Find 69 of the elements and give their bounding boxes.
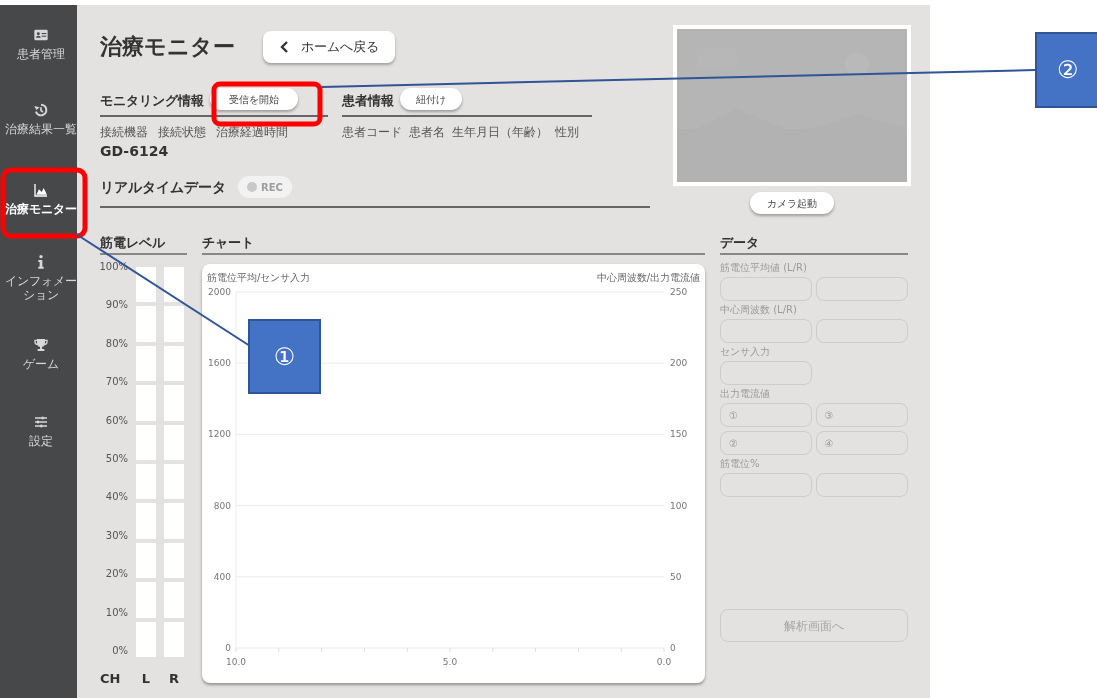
field-label: 筋電位% xyxy=(720,458,761,470)
tick-label: 0 xyxy=(225,643,231,653)
tick-label: 50% xyxy=(105,452,128,465)
tick-label: 0 xyxy=(670,643,676,653)
sidebar-item[interactable]: インフォメーション xyxy=(5,252,77,304)
tick-label: 10.0 xyxy=(226,657,246,667)
field-label: 中心周波数 (L/R) xyxy=(720,304,798,316)
tick-label: 60% xyxy=(105,414,128,427)
tick-label: 2000 xyxy=(208,287,231,297)
tick-label: 90% xyxy=(105,299,128,312)
id-card-icon xyxy=(33,27,49,43)
axis-title: 筋電位平均/センサ入力 xyxy=(207,272,311,283)
field-label: 筋電位平均値 (L/R) xyxy=(720,262,808,274)
field-label: 患者コード xyxy=(342,125,402,139)
tick-label: 10% xyxy=(105,606,128,619)
field-label: 生年月日（年齢） xyxy=(452,125,548,139)
area-chart-icon xyxy=(33,182,49,198)
channel-label: L xyxy=(140,670,152,688)
sidebar-item[interactable]: ゲーム xyxy=(5,335,77,373)
sidebar-item[interactable]: 設定 xyxy=(5,412,77,450)
back-button[interactable]: ホームへ戻る xyxy=(263,30,395,63)
tick-label: 100% xyxy=(99,261,128,273)
callout-label: ① xyxy=(248,319,321,394)
tick-label: 0% xyxy=(112,644,128,657)
section-title: モニタリング情報 xyxy=(100,92,204,111)
tick-label: 1600 xyxy=(208,358,231,369)
tick-label: 5.0 xyxy=(442,657,458,667)
chevron-left-icon xyxy=(279,40,289,53)
sidebar-item[interactable]: 治療結果一覧 xyxy=(5,100,77,138)
action-button[interactable]: 紐付け xyxy=(400,88,462,110)
axis-label: CH xyxy=(100,670,122,688)
section-title: データ xyxy=(720,235,759,250)
field-label: 接続機器 xyxy=(100,125,148,139)
tick-label: 0.0 xyxy=(656,657,672,667)
action-button[interactable]: 受信を開始 xyxy=(210,88,298,110)
settings-icon xyxy=(33,414,49,430)
section-title: 筋電レベル xyxy=(100,235,165,250)
device-id: GD-6124 xyxy=(100,142,170,161)
section-title: チャート xyxy=(202,235,254,250)
trophy-icon xyxy=(33,337,49,353)
tick-label: 200 xyxy=(670,358,688,369)
tick-label: 100 xyxy=(670,500,688,511)
tick-label: 50 xyxy=(670,571,682,582)
tick-label: 1200 xyxy=(208,429,231,440)
sidebar-item[interactable]: 患者管理 xyxy=(5,25,77,63)
field-label: センサ入力 xyxy=(720,346,771,358)
section-title: 患者情報 xyxy=(342,92,394,111)
tick-label: 30% xyxy=(105,529,128,542)
tick-label: 70% xyxy=(105,376,128,389)
section-title: リアルタイムデータ xyxy=(100,177,226,197)
channel-label: R xyxy=(168,670,180,688)
tick-label: 150 xyxy=(670,429,688,440)
callout-label: ② xyxy=(1035,32,1097,108)
field-label: 接続状態 xyxy=(158,125,206,139)
history-icon xyxy=(33,102,49,118)
field-label: 患者名 xyxy=(409,125,445,139)
field-label: 出力電流値 xyxy=(720,388,771,400)
tick-label: 20% xyxy=(105,568,128,581)
field-label: 治療経過時間 xyxy=(216,125,288,139)
tick-label: 800 xyxy=(213,500,231,511)
tick-label: 400 xyxy=(213,571,231,582)
tick-label: 80% xyxy=(105,337,128,350)
sidebar-item[interactable]: 治療モニター xyxy=(5,180,77,218)
axis-title: 中心周波数/出力電流値 xyxy=(596,272,700,283)
field-label: 性別 xyxy=(555,125,579,139)
page-title: 治療モニター xyxy=(100,33,235,61)
tick-label: 40% xyxy=(105,491,128,504)
camera-button[interactable]: カメラ起動 xyxy=(750,192,834,214)
tick-label: 250 xyxy=(670,287,688,297)
